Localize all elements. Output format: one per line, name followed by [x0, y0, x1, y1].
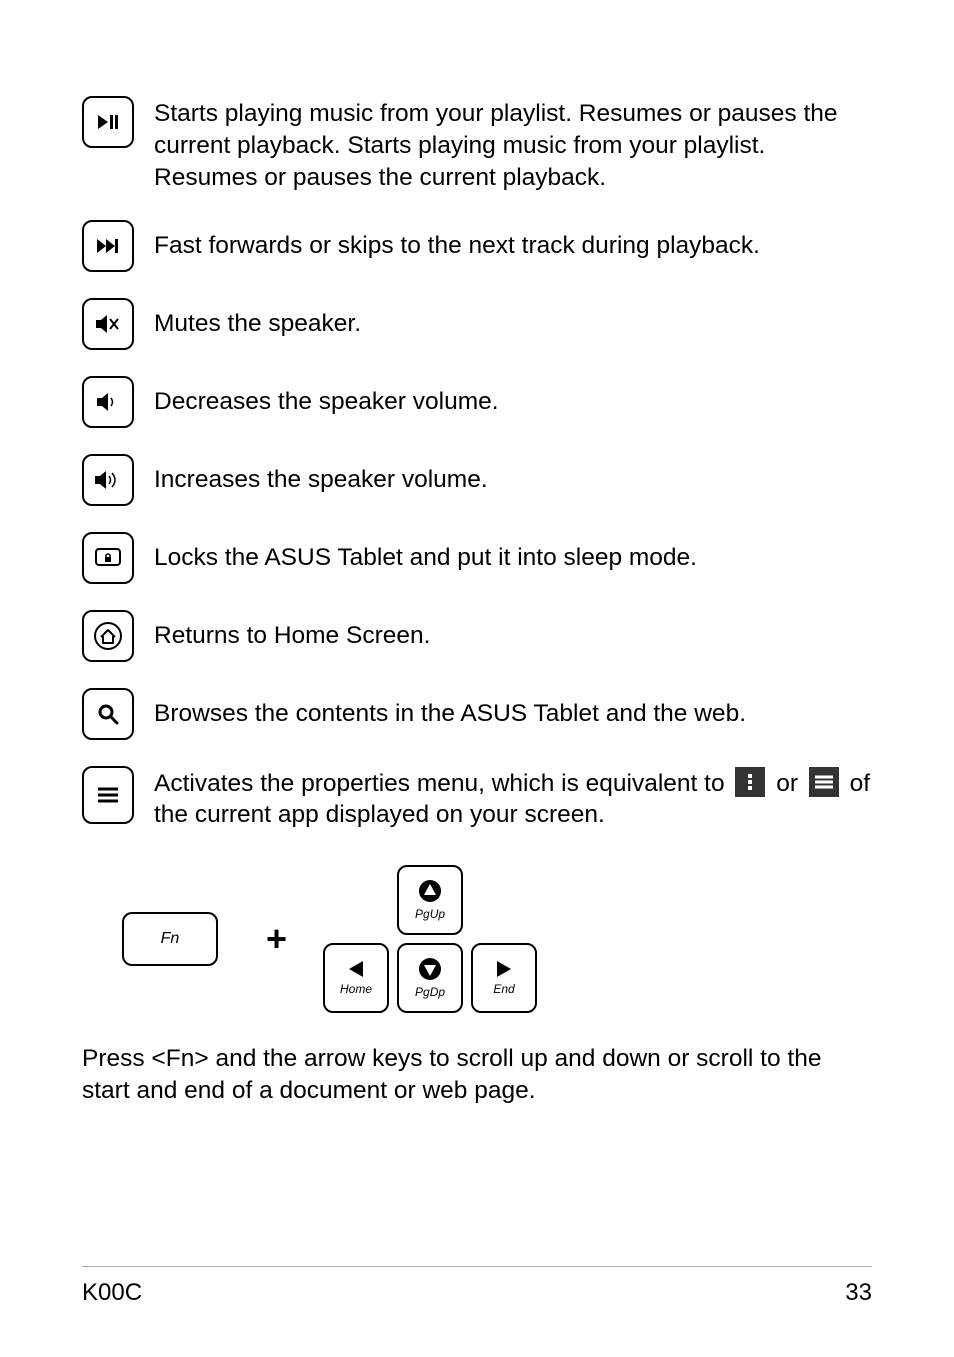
arrow-up-key-icon: PgUp [397, 865, 463, 935]
menu-desc-middle: or [776, 770, 805, 797]
volume-down-desc: Decreases the speaker volume. [154, 376, 499, 428]
volume-down-key-icon [82, 376, 134, 428]
fn-key-icon: Fn [122, 912, 218, 966]
arrow-down-sublabel: PgDp [415, 985, 445, 999]
lock-desc: Locks the ASUS Tablet and put it into sl… [154, 532, 697, 584]
menu-desc-before: Activates the properties menu, which is … [154, 770, 731, 797]
next-track-key-icon [82, 220, 134, 272]
lock-key-icon [82, 532, 134, 584]
home-desc: Returns to Home Screen. [154, 610, 430, 662]
fn-arrow-desc: Press <Fn> and the arrow keys to scroll … [82, 1043, 872, 1107]
overflow-dots-icon [735, 767, 765, 797]
arrow-up-sublabel: PgUp [415, 907, 445, 921]
mute-desc: Mutes the speaker. [154, 298, 361, 350]
arrow-left-key-icon: Home [323, 943, 389, 1013]
plus-icon: + [266, 918, 287, 960]
arrow-left-sublabel: Home [340, 982, 372, 996]
fn-arrow-diagram: Fn + PgUp Home PgDp End [122, 865, 872, 1013]
mute-key-icon [82, 298, 134, 350]
fn-label: Fn [161, 930, 180, 948]
arrow-right-sublabel: End [493, 982, 514, 996]
menu-key-icon [82, 766, 134, 824]
search-key-icon [82, 688, 134, 740]
arrow-right-key-icon: End [471, 943, 537, 1013]
play-pause-desc: Starts playing music from your playlist.… [154, 96, 872, 194]
menu-desc: Activates the properties menu, which is … [154, 766, 872, 832]
home-key-icon [82, 610, 134, 662]
arrow-down-key-icon: PgDp [397, 943, 463, 1013]
volume-up-desc: Increases the speaker volume. [154, 454, 488, 506]
footer-model: K00C [82, 1279, 142, 1307]
footer-page-number: 33 [845, 1279, 872, 1307]
overflow-lines-icon [809, 767, 839, 797]
next-track-desc: Fast forwards or skips to the next track… [154, 220, 760, 272]
search-desc: Browses the contents in the ASUS Tablet … [154, 688, 746, 740]
volume-up-key-icon [82, 454, 134, 506]
play-pause-key-icon [82, 96, 134, 148]
